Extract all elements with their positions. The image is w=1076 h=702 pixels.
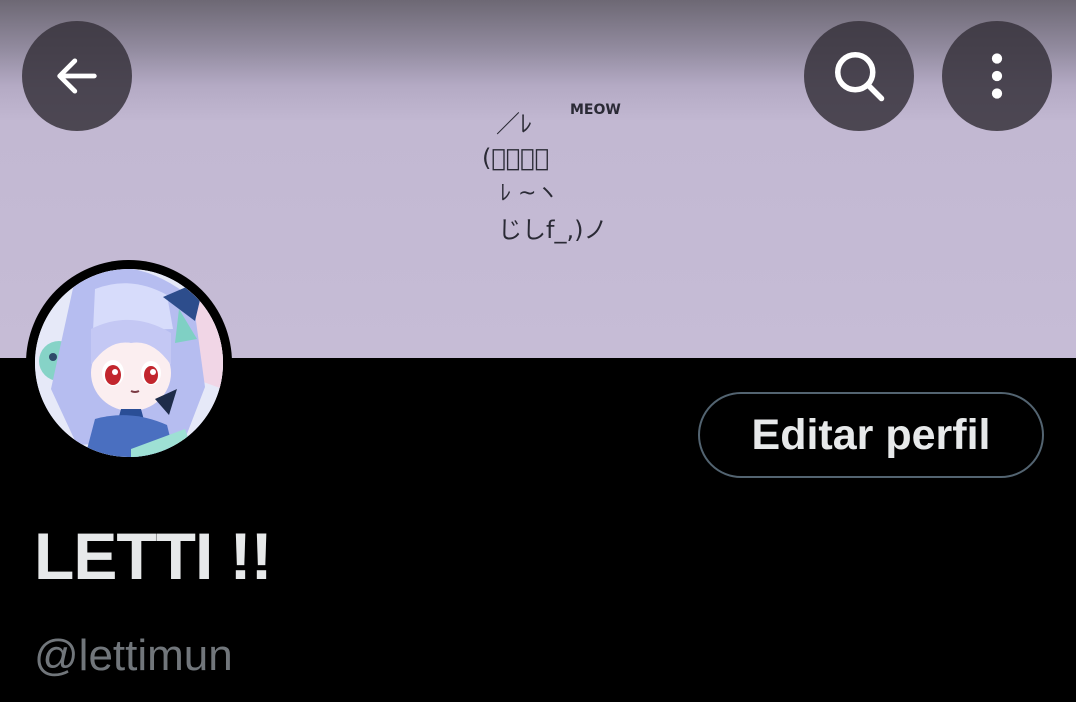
- banner-art-caption: MEOW: [570, 102, 621, 118]
- more-vertical-icon: [991, 53, 1003, 99]
- avatar-illustration: [35, 269, 223, 457]
- profile-handle: @lettimun: [34, 631, 233, 680]
- banner-art-line: ／ﾚ: [496, 110, 532, 138]
- banner-art-line: (ﾟ､｡７: [482, 144, 549, 172]
- banner-art-line: じしf_,)ノ: [498, 216, 607, 244]
- avatar[interactable]: [35, 269, 223, 457]
- more-options-button[interactable]: [942, 21, 1052, 131]
- edit-profile-button[interactable]: Editar perfil: [698, 392, 1044, 478]
- arrow-left-icon: [57, 58, 97, 94]
- search-button[interactable]: [804, 21, 914, 131]
- back-button[interactable]: [22, 21, 132, 131]
- avatar-frame[interactable]: [26, 260, 232, 466]
- banner-art-line: ﾚ ~ヽ: [500, 181, 558, 206]
- banner-art: ／ﾚ MEOW (ﾟ､｡７ ﾚ ~ヽ じしf_,)ノ: [482, 102, 621, 244]
- profile-page: ／ﾚ MEOW (ﾟ､｡７ ﾚ ~ヽ じしf_,)ノ Editar perfil…: [0, 0, 1076, 702]
- search-icon: [835, 52, 885, 102]
- profile-display-name: LETTI !!: [34, 519, 273, 593]
